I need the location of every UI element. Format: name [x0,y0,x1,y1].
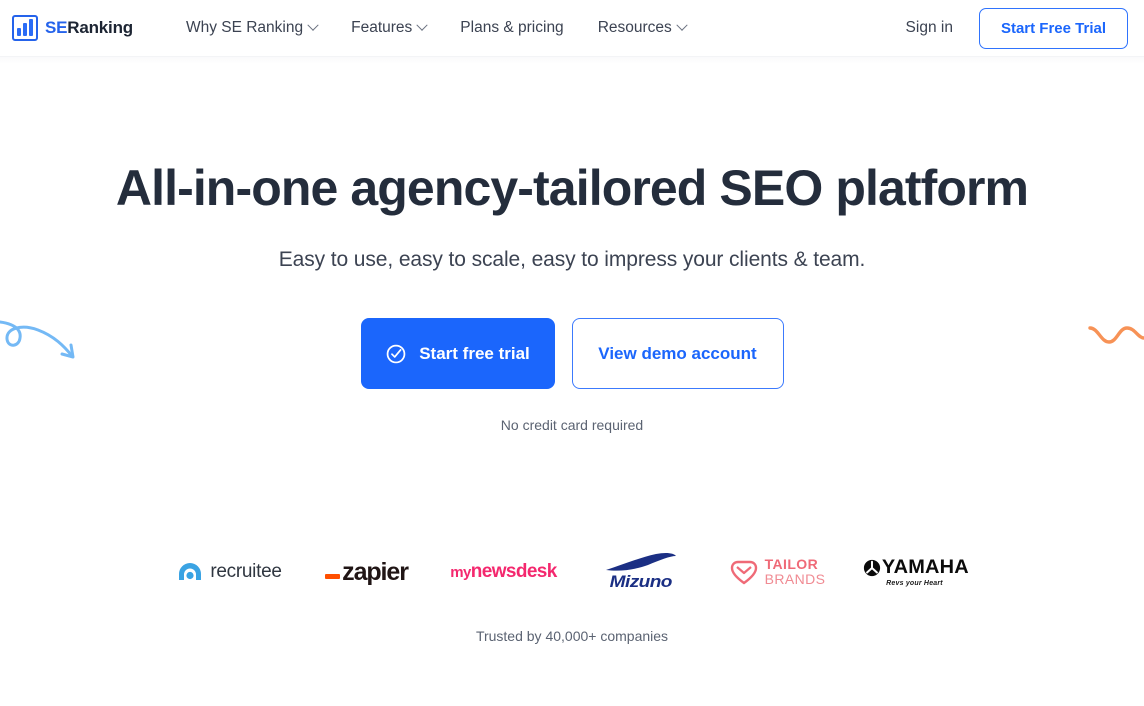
logo-text-ranking: Ranking [67,18,133,37]
nav-label: Plans & pricing [460,19,564,36]
bar-chart-icon [12,15,38,41]
header-actions: Sign in Start Free Trial [906,7,1128,49]
start-free-trial-label: Start free trial [419,343,530,363]
hero-cta-row: Start free trial View demo account [0,318,1144,389]
client-logo-yamaha: YAMAHA Revs your Heart [846,549,983,595]
nav-label: Resources [597,19,672,36]
mizuno-bird-icon [605,552,676,571]
chevron-down-icon [416,19,428,31]
nav-label: Why SE Ranking [185,19,304,36]
client-logo-mizuno: Mizuno [572,549,709,595]
nav-label: Features [351,19,413,36]
header-start-free-trial-button[interactable]: Start Free Trial [978,7,1128,49]
no-credit-card-note: No credit card required [500,417,644,433]
logo-link[interactable]: SERanking [8,15,133,41]
page-title: All-in-one agency-tailored SEO platform [115,160,1029,216]
client-logo-tailor-brands: TAILOR BRANDS [709,549,846,595]
client-logo-recruitee: recruitee [161,549,298,595]
client-logos-row: recruitee zapier mynewsdesk Mizuno TAILO… [0,549,1144,595]
main-navigation: Why SE Ranking Features Plans & pricing … [169,11,703,45]
yamaha-tagline: Revs your Heart [886,580,943,587]
mizuno-label: Mizuno [609,572,672,591]
client-logo-mynewsdesk: mynewsdesk [435,549,572,595]
mynewsdesk-label: newsdesk [470,561,558,582]
trusted-by-text: Trusted by 40,000+ companies [475,628,669,644]
client-logo-zapier: zapier [298,549,435,595]
site-header: SERanking Why SE Ranking Features Plans … [0,0,1144,57]
hero-section: All-in-one agency-tailored SEO platform … [0,57,1144,644]
tailor-brands-line1: TAILOR [764,556,819,573]
start-free-trial-button[interactable]: Start free trial [360,318,555,389]
chevron-down-icon [676,19,688,31]
nav-item-why-se-ranking[interactable]: Why SE Ranking [169,11,334,45]
view-demo-account-button[interactable]: View demo account [571,318,784,389]
zapier-dash-icon [325,574,341,579]
yamaha-label: YAMAHA [881,557,969,578]
zapier-label: zapier [342,557,409,586]
nav-item-resources[interactable]: Resources [581,11,703,45]
chevron-down-icon [307,19,319,31]
nav-item-features[interactable]: Features [334,11,443,45]
mynewsdesk-prefix: my [450,564,471,581]
tailor-brands-shield-icon [730,560,757,585]
logo-text-se: SE [45,18,68,37]
yamaha-tuning-fork-icon [863,559,880,577]
hero-subtitle: Easy to use, easy to scale, easy to impr… [278,248,866,271]
sign-in-link[interactable]: Sign in [906,19,953,37]
recruitee-label: recruitee [210,561,282,582]
check-circle-icon [386,344,406,363]
recruitee-mark-icon [179,563,202,580]
tailor-brands-line2: BRANDS [764,571,826,587]
nav-item-plans-pricing[interactable]: Plans & pricing [443,11,580,45]
logo-wordmark: SERanking [45,18,133,38]
